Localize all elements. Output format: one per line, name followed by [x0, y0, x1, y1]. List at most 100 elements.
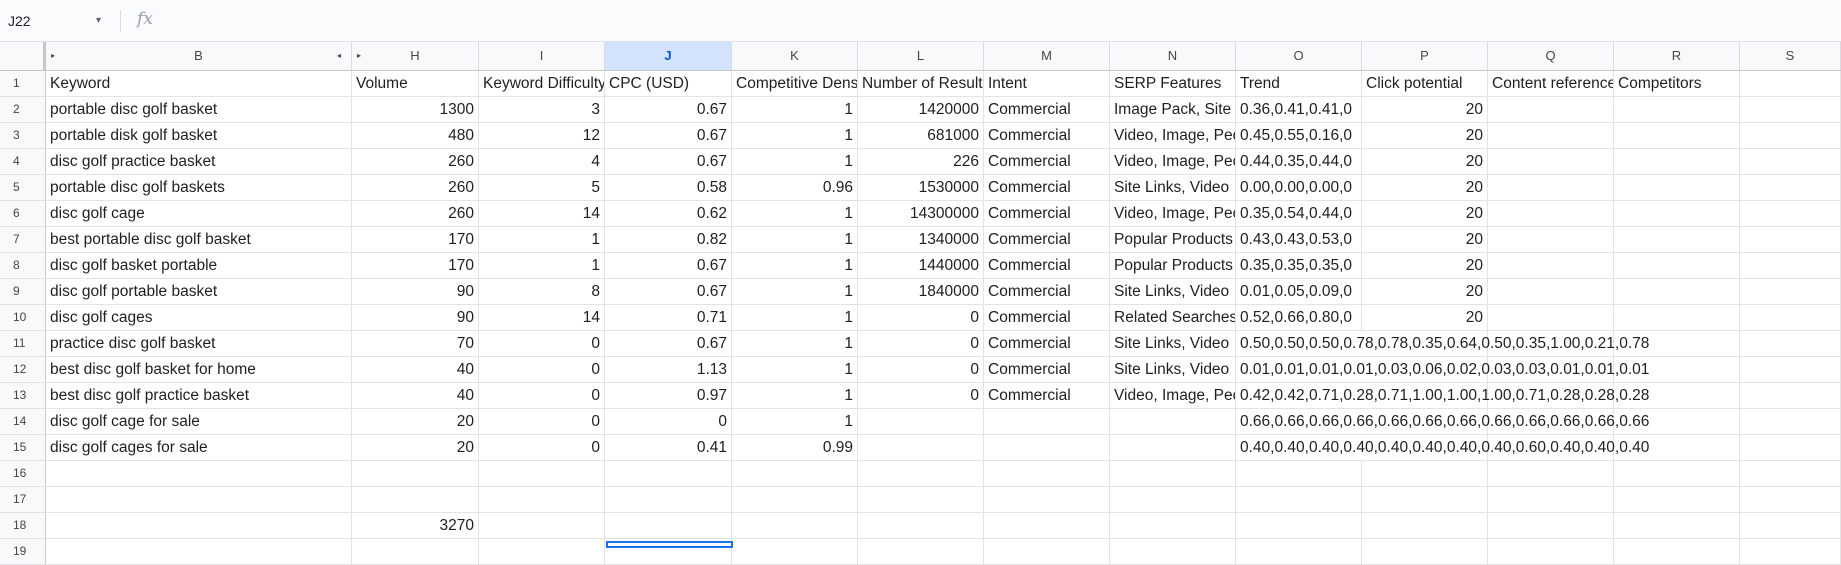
- cell-k5[interactable]: 0.96: [732, 175, 858, 200]
- cell-h6[interactable]: 260: [352, 201, 479, 226]
- cell-n3[interactable]: Video, Image, People: [1110, 123, 1236, 148]
- column-header-q[interactable]: Q: [1488, 42, 1614, 70]
- cell-i18[interactable]: [479, 513, 605, 538]
- cell-h1[interactable]: Volume: [352, 71, 479, 96]
- cell-h10[interactable]: 90: [352, 305, 479, 330]
- cell-b5[interactable]: portable disc golf baskets: [46, 175, 352, 200]
- cell-s2[interactable]: [1740, 97, 1841, 122]
- row-header[interactable]: 11: [0, 331, 46, 356]
- cell-j14[interactable]: 0: [605, 409, 732, 434]
- cell-h15[interactable]: 20: [352, 435, 479, 460]
- row-header[interactable]: 19: [0, 539, 46, 564]
- column-header-l[interactable]: L: [858, 42, 984, 70]
- cell-n14[interactable]: [1110, 409, 1236, 434]
- cell-j1[interactable]: CPC (USD): [605, 71, 732, 96]
- cell-b7[interactable]: best portable disc golf basket: [46, 227, 352, 252]
- cell-m2[interactable]: Commercial: [984, 97, 1110, 122]
- cell-j12[interactable]: 1.13: [605, 357, 732, 382]
- cell-r5[interactable]: [1614, 175, 1740, 200]
- column-header-o[interactable]: O: [1236, 42, 1362, 70]
- cell-b3[interactable]: portable disk golf basket: [46, 123, 352, 148]
- row-header[interactable]: 1: [0, 71, 46, 96]
- column-header-h[interactable]: H: [352, 42, 479, 70]
- cell-b17[interactable]: [46, 487, 352, 512]
- cell-m4[interactable]: Commercial: [984, 149, 1110, 174]
- cell-q18[interactable]: [1488, 513, 1614, 538]
- cell-i19[interactable]: [479, 539, 605, 564]
- cell-p9[interactable]: 20: [1362, 279, 1488, 304]
- cell-j3[interactable]: 0.67: [605, 123, 732, 148]
- cell-b12[interactable]: best disc golf basket for home: [46, 357, 352, 382]
- cell-m9[interactable]: Commercial: [984, 279, 1110, 304]
- cell-l15[interactable]: [858, 435, 984, 460]
- group-toggle-icon[interactable]: ▸: [51, 42, 55, 70]
- cell-h12[interactable]: 40: [352, 357, 479, 382]
- cell-j19[interactable]: [605, 539, 732, 564]
- cell-h4[interactable]: 260: [352, 149, 479, 174]
- cell-o12[interactable]: 0.01,0.01,0.01,0.01,0.03,0.06,0.02,0.03,…: [1236, 357, 1649, 382]
- cell-o17[interactable]: [1236, 487, 1362, 512]
- cell-n18[interactable]: [1110, 513, 1236, 538]
- cell-l11[interactable]: 0: [858, 331, 984, 356]
- cell-l5[interactable]: 1530000: [858, 175, 984, 200]
- cell-q1[interactable]: Content references: [1488, 71, 1614, 96]
- cell-s15[interactable]: [1740, 435, 1841, 460]
- cell-p19[interactable]: [1362, 539, 1488, 564]
- cell-r6[interactable]: [1614, 201, 1740, 226]
- cell-j2[interactable]: 0.67: [605, 97, 732, 122]
- cell-k2[interactable]: 1: [732, 97, 858, 122]
- cell-k13[interactable]: 1: [732, 383, 858, 408]
- cell-q5[interactable]: [1488, 175, 1614, 200]
- cell-l6[interactable]: 14300000: [858, 201, 984, 226]
- cell-b2[interactable]: portable disc golf basket: [46, 97, 352, 122]
- cell-l18[interactable]: [858, 513, 984, 538]
- cell-m12[interactable]: Commercial: [984, 357, 1110, 382]
- cell-i15[interactable]: 0: [479, 435, 605, 460]
- cell-n10[interactable]: Related Searches: [1110, 305, 1236, 330]
- cell-q3[interactable]: [1488, 123, 1614, 148]
- cell-i7[interactable]: 1: [479, 227, 605, 252]
- cell-s3[interactable]: [1740, 123, 1841, 148]
- cell-j13[interactable]: 0.97: [605, 383, 732, 408]
- row-header[interactable]: 15: [0, 435, 46, 460]
- cell-s6[interactable]: [1740, 201, 1841, 226]
- cell-s8[interactable]: [1740, 253, 1841, 278]
- cell-j8[interactable]: 0.67: [605, 253, 732, 278]
- cell-r3[interactable]: [1614, 123, 1740, 148]
- cell-r8[interactable]: [1614, 253, 1740, 278]
- cell-m7[interactable]: Commercial: [984, 227, 1110, 252]
- cell-s10[interactable]: [1740, 305, 1841, 330]
- cell-b15[interactable]: disc golf cages for sale: [46, 435, 352, 460]
- cell-i11[interactable]: 0: [479, 331, 605, 356]
- cell-i14[interactable]: 0: [479, 409, 605, 434]
- cell-b18[interactable]: [46, 513, 352, 538]
- cell-n5[interactable]: Site Links, Video: [1110, 175, 1236, 200]
- cell-s7[interactable]: [1740, 227, 1841, 252]
- cell-m14[interactable]: [984, 409, 1110, 434]
- cell-k1[interactable]: Competitive Density: [732, 71, 858, 96]
- cell-o9[interactable]: 0.01,0.05,0.09,0: [1236, 279, 1362, 304]
- column-header-p[interactable]: P: [1362, 42, 1488, 70]
- cell-n2[interactable]: Image Pack, Site Links: [1110, 97, 1236, 122]
- cell-n11[interactable]: Site Links, Video: [1110, 331, 1236, 356]
- cell-i12[interactable]: 0: [479, 357, 605, 382]
- cell-l13[interactable]: 0: [858, 383, 984, 408]
- cell-s14[interactable]: [1740, 409, 1841, 434]
- cell-h19[interactable]: [352, 539, 479, 564]
- cell-q4[interactable]: [1488, 149, 1614, 174]
- cell-p16[interactable]: [1362, 461, 1488, 486]
- cell-n19[interactable]: [1110, 539, 1236, 564]
- cell-k6[interactable]: 1: [732, 201, 858, 226]
- chevron-down-icon[interactable]: ▾: [96, 6, 101, 36]
- cell-h17[interactable]: [352, 487, 479, 512]
- cell-o5[interactable]: 0.00,0.00,0.00,0: [1236, 175, 1362, 200]
- cell-o14[interactable]: 0.66,0.66,0.66,0.66,0.66,0.66,0.66,0.66,…: [1236, 409, 1649, 434]
- cell-q9[interactable]: [1488, 279, 1614, 304]
- cell-n8[interactable]: Popular Products: [1110, 253, 1236, 278]
- cell-j16[interactable]: [605, 461, 732, 486]
- cell-j11[interactable]: 0.67: [605, 331, 732, 356]
- cell-o10[interactable]: 0.52,0.66,0.80,0: [1236, 305, 1362, 330]
- cell-b8[interactable]: disc golf basket portable: [46, 253, 352, 278]
- column-header-k[interactable]: K: [732, 42, 858, 70]
- cell-p6[interactable]: 20: [1362, 201, 1488, 226]
